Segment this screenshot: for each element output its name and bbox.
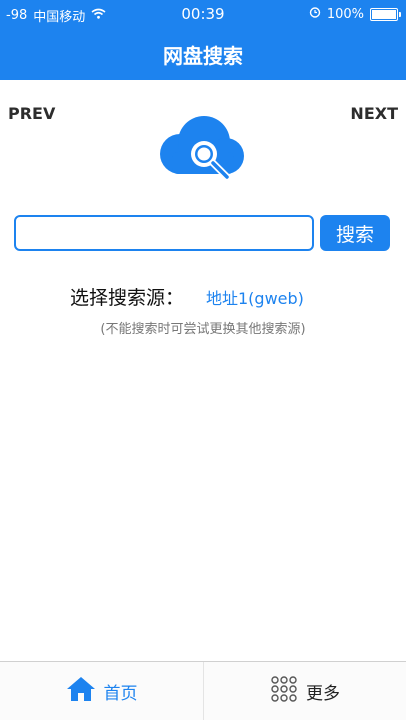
tab-more-label: 更多 (306, 683, 340, 704)
battery-percent: 100% (326, 6, 364, 22)
battery-icon (370, 7, 401, 21)
battery-fill (372, 9, 396, 19)
next-button[interactable]: NEXT (350, 104, 398, 123)
page-title: 网盘搜索 (163, 44, 243, 68)
grid-dots-icon (270, 675, 298, 708)
prev-button[interactable]: PREV (8, 104, 55, 123)
tab-home-label: 首页 (103, 683, 138, 704)
cloud-search-logo-icon (152, 112, 252, 192)
bottom-tab-bar: 首页 更多 (0, 661, 406, 720)
alarm-icon (309, 6, 321, 22)
header-bar: -98 中国移动 00:39 100% 网盘搜索 (0, 0, 406, 80)
source-hint: (不能搜索时可尝试更换其他搜索源) (100, 322, 306, 337)
status-bar: -98 中国移动 00:39 100% (0, 0, 406, 28)
tab-more[interactable]: 更多 (203, 662, 406, 720)
home-icon (66, 676, 96, 707)
status-right: 100% (309, 6, 401, 22)
tab-home[interactable]: 首页 (0, 662, 203, 720)
search-button[interactable]: 搜索 (320, 215, 390, 251)
search-input[interactable] (14, 215, 314, 251)
source-selector-link[interactable]: 地址1(gweb) (206, 285, 304, 309)
source-label: 选择搜索源： (70, 287, 185, 309)
